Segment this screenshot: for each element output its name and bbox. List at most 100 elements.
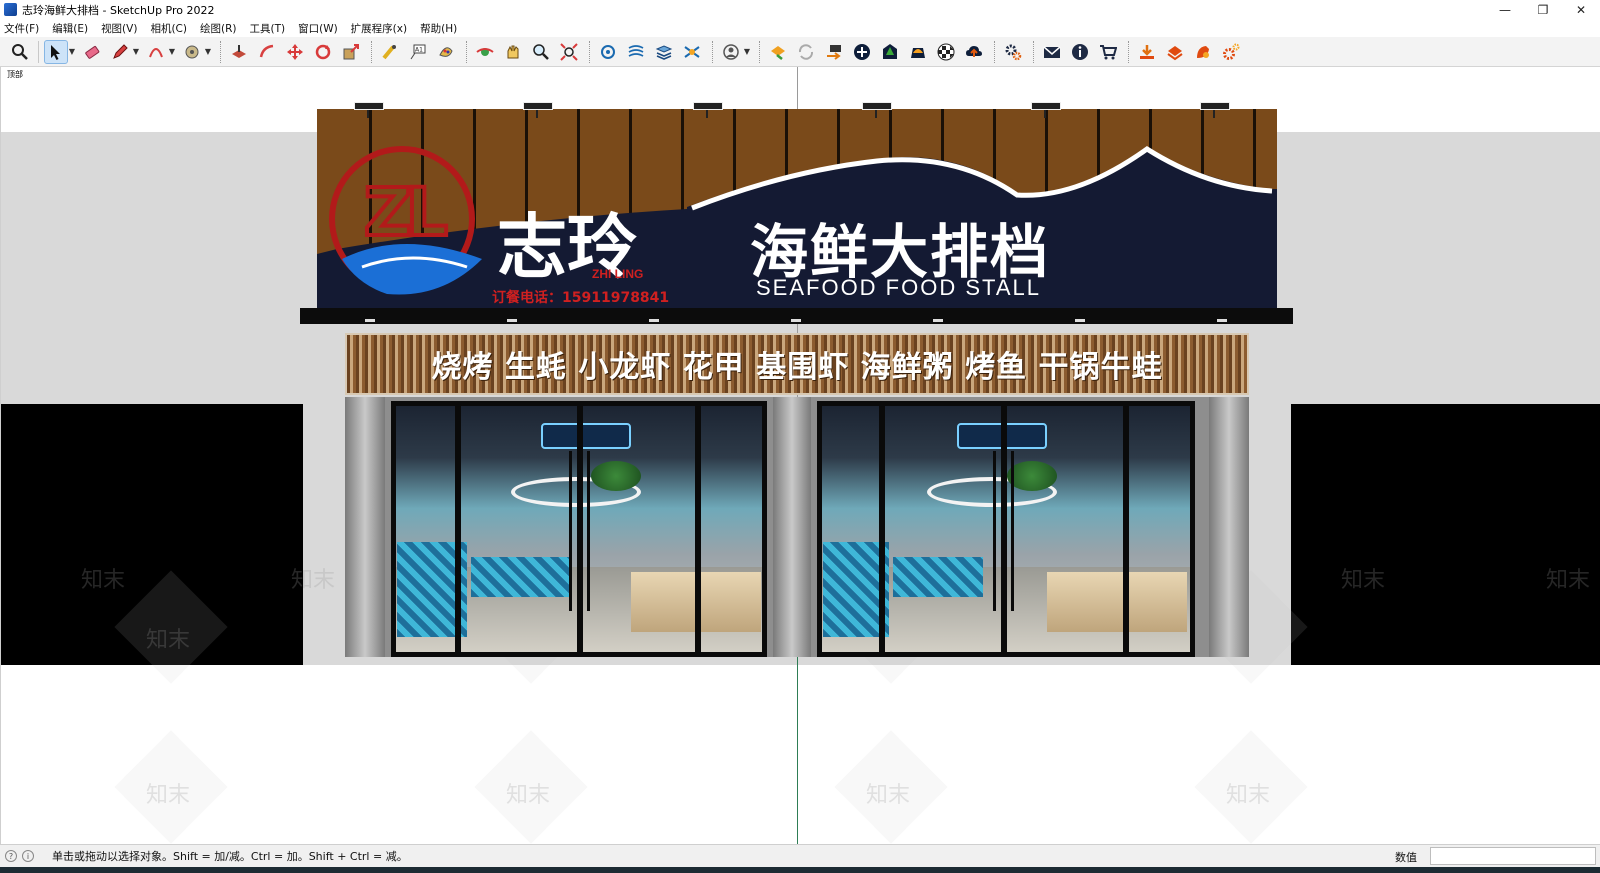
menu-window[interactable]: 窗口(W) [298, 21, 338, 36]
status-hint: 单击或拖动以选择对象。Shift = 加/减。Ctrl = 加。Shift + … [52, 850, 408, 863]
tree-icon[interactable] [878, 40, 902, 64]
watermark-text: 知末 [1226, 783, 1271, 808]
shopfront [345, 397, 1249, 657]
menu-file[interactable]: 文件(F) [4, 21, 39, 36]
toolbar-grip [1128, 40, 1131, 63]
mail-icon[interactable] [1040, 40, 1064, 64]
toolbar-grip [466, 40, 469, 63]
info-icon[interactable] [1068, 40, 1092, 64]
text-icon[interactable]: A1 [406, 40, 430, 64]
watermark-text: 知末 [146, 628, 191, 653]
menu-tools[interactable]: 工具(T) [249, 21, 285, 36]
close-button[interactable]: ✕ [1562, 0, 1600, 19]
toolbar-grip [371, 40, 374, 63]
menu-camera[interactable]: 相机(C) [150, 21, 187, 36]
window-title: 志玲海鲜大排档 - SketchUp Pro 2022 [22, 3, 215, 17]
store-name-en: SEAFOOD FOOD STALL [756, 275, 1041, 300]
toolbar-grip [712, 40, 715, 63]
chevron-down-icon[interactable]: ▼ [204, 40, 212, 64]
paint-bucket-icon[interactable] [180, 40, 204, 64]
rotate-icon[interactable] [311, 40, 335, 64]
chevron-down-icon[interactable]: ▼ [168, 40, 176, 64]
move-icon[interactable] [283, 40, 307, 64]
sandbox-icon[interactable] [624, 40, 648, 64]
measurements-label: 数值 [1395, 851, 1417, 864]
main-toolbar: ▼ ▼ ▼ ▼ A1 ▼ [0, 37, 1600, 67]
menu-help[interactable]: 帮助(H) [420, 21, 457, 36]
menu-extensions[interactable]: 扩展程序(x) [351, 21, 407, 36]
styles-icon[interactable] [680, 40, 704, 64]
chevron-down-icon[interactable]: ▼ [132, 40, 140, 64]
downlight [365, 319, 375, 322]
downlight [1075, 319, 1085, 322]
follow-me-icon[interactable] [255, 40, 279, 64]
storefront-sign: ZL 志玲 ZHI LING 订餐电话：15911978841 海鲜大排档 SE… [317, 109, 1277, 309]
solar-icon[interactable] [906, 40, 930, 64]
help-icon[interactable]: i [22, 850, 34, 862]
chevron-down-icon[interactable]: ▼ [68, 40, 76, 64]
push-pull-icon[interactable] [227, 40, 251, 64]
zoom-extents-icon[interactable] [557, 40, 581, 64]
brand-name-en: ZHI LING [592, 267, 644, 281]
search-icon[interactable] [8, 40, 32, 64]
zoom-icon[interactable] [529, 40, 553, 64]
spotlight-fixture [1031, 102, 1061, 118]
downlight [507, 319, 517, 322]
scale-icon[interactable] [339, 40, 363, 64]
export-icon[interactable] [822, 40, 846, 64]
menu-draw[interactable]: 绘图(R) [200, 21, 237, 36]
glass-door-right [817, 401, 1195, 657]
components-icon[interactable] [596, 40, 620, 64]
user-icon[interactable] [719, 40, 743, 64]
menu-band-sign: 烧烤 生蚝 小龙虾 花甲 基围虾 海鲜粥 烤鱼 干锅牛蛙 [345, 333, 1249, 395]
gear-icon[interactable] [1219, 40, 1243, 64]
ruby-icon[interactable] [1191, 40, 1215, 64]
toolbar-grip [220, 40, 223, 63]
layers-icon[interactable] [652, 40, 676, 64]
pencil-icon[interactable] [108, 40, 132, 64]
cart-icon[interactable] [1096, 40, 1120, 64]
watermark-text: 知末 [81, 568, 126, 593]
side-pillar [345, 397, 385, 657]
extension-icon[interactable] [1163, 40, 1187, 64]
refresh-icon[interactable] [794, 40, 818, 64]
title-bar: 志玲海鲜大排档 - SketchUp Pro 2022 — ❐ ✕ [0, 0, 1600, 19]
checker-icon[interactable] [934, 40, 958, 64]
arc-icon[interactable] [144, 40, 168, 64]
chevron-down-icon[interactable]: ▼ [743, 40, 751, 64]
spotlight-fixture [354, 102, 384, 118]
download-icon[interactable] [1135, 40, 1159, 64]
toolbar-grip [1033, 40, 1036, 63]
logo-text: ZL [362, 172, 450, 253]
green-axis-line [797, 657, 798, 844]
geolocation-icon[interactable]: ? [5, 850, 17, 862]
dark-facade-right [1291, 404, 1600, 665]
maximize-button[interactable]: ❐ [1524, 0, 1562, 19]
center-pillar [773, 397, 811, 657]
select-icon[interactable] [44, 39, 68, 64]
eraser-icon[interactable] [80, 40, 104, 64]
window-controls: — ❐ ✕ [1486, 0, 1600, 19]
pan-icon[interactable] [501, 40, 525, 64]
tape-measure-icon[interactable] [378, 40, 402, 64]
paint-icon[interactable] [434, 40, 458, 64]
toolbar-grip [994, 40, 997, 63]
menu-view[interactable]: 视图(V) [101, 21, 137, 36]
door-frame [817, 401, 1195, 657]
spotlight-fixture [862, 102, 892, 118]
sketchup-app-icon [4, 3, 17, 16]
spotlight-fixture [693, 102, 723, 118]
watermark-text: 知末 [146, 783, 191, 808]
warehouse-icon[interactable] [766, 40, 790, 64]
toolbar-separator [38, 40, 39, 63]
menu-edit[interactable]: 编辑(E) [52, 21, 88, 36]
add-icon[interactable] [850, 40, 874, 64]
downlight [1217, 319, 1227, 322]
cloud-icon[interactable] [962, 40, 986, 64]
watermark-text: 知末 [866, 783, 911, 808]
measurements-input[interactable] [1430, 847, 1596, 865]
settings-icon[interactable] [1001, 40, 1025, 64]
3d-viewport[interactable]: 顶部 ZL 志玲 ZHI LING 订餐电话：15911978841 海鲜大排档… [0, 67, 1600, 844]
minimize-button[interactable]: — [1486, 0, 1524, 19]
orbit-icon[interactable] [473, 40, 497, 64]
